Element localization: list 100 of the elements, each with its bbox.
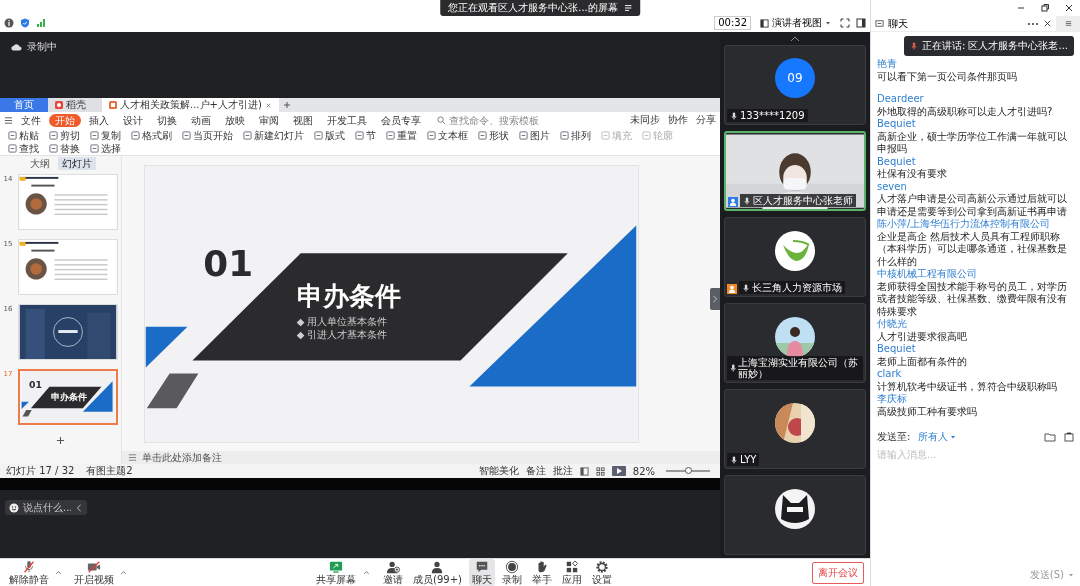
participant-name: 长三角人力资源市场 <box>752 282 842 293</box>
participant-tile[interactable]: 上海宝湖实业有限公司（苏丽妙） <box>724 303 866 383</box>
shield-icon[interactable] <box>20 18 30 28</box>
ribbon-button[interactable]: 排列 <box>560 128 591 142</box>
sidebar-icon[interactable] <box>856 18 866 28</box>
slide-thumbnail[interactable] <box>17 239 118 295</box>
ribbon-button[interactable]: 重置 <box>386 128 417 142</box>
notes-field[interactable]: 单击此处添加备注 <box>122 451 720 464</box>
sender-name: Bequiet <box>877 155 917 168</box>
ribbon-tab[interactable]: 审阅 <box>253 113 285 127</box>
toolbar-button[interactable]: 共享屏幕 <box>313 559 359 586</box>
chevron-up-icon[interactable] <box>790 36 800 42</box>
caret-icon[interactable] <box>363 569 370 576</box>
caret-icon[interactable] <box>120 569 127 576</box>
menu-icon[interactable] <box>4 115 13 125</box>
ribbon-button[interactable]: 复制 <box>90 128 121 142</box>
ribbon-tab[interactable]: 开发工具 <box>321 113 373 127</box>
ribbon-tab[interactable]: 切换 <box>151 113 183 127</box>
sender-name: Deardeer <box>877 93 925 106</box>
notes-icon <box>128 453 137 462</box>
toolbar-button[interactable]: 解除静音 <box>6 559 52 586</box>
command-search[interactable]: 查找命令、搜索模板 <box>437 114 549 126</box>
chevron-left-icon[interactable] <box>75 503 83 512</box>
slide-thumbnail[interactable] <box>17 304 118 360</box>
document-tab[interactable]: 首页 <box>0 98 48 112</box>
caret-icon[interactable] <box>1068 572 1074 578</box>
message-input[interactable]: 请输入消息... <box>871 446 1080 566</box>
toolbar-button[interactable]: 设置 <box>588 559 615 586</box>
collapse-handle[interactable] <box>710 288 720 310</box>
comments-button[interactable]: 批注 <box>552 464 573 478</box>
add-tab-icon[interactable] <box>282 101 291 109</box>
notes-button[interactable]: 备注 <box>525 464 546 478</box>
ribbon-button[interactable]: 文本框 <box>427 128 468 142</box>
play-icon[interactable] <box>611 464 626 478</box>
normal-view-icon[interactable] <box>579 466 589 476</box>
close-icon[interactable] <box>1064 3 1074 13</box>
restore-icon[interactable] <box>1040 3 1050 13</box>
ribbon-button[interactable]: 查找 <box>8 141 39 155</box>
ribbon-tab[interactable]: 会员专享 <box>375 113 427 127</box>
fullscreen-icon[interactable] <box>840 18 850 28</box>
ribbon-button[interactable]: 格式刷 <box>131 128 172 142</box>
ribbon-tab[interactable]: 动画 <box>185 113 217 127</box>
sender-name: 陈小萍/上海华伍行力流体控制有限公司 <box>877 218 1052 231</box>
document-tab[interactable]: 稻壳 <box>48 98 102 112</box>
toolbar-button[interactable]: 聊天 <box>468 559 495 586</box>
toolbar-button[interactable]: 举手 <box>528 559 555 586</box>
caret-icon[interactable] <box>55 569 62 576</box>
tool-icon <box>427 130 436 140</box>
add-slide-button[interactable] <box>56 436 65 445</box>
beautify-button[interactable]: 智能美化 <box>478 464 519 478</box>
participant-tile[interactable] <box>724 475 866 555</box>
ribbon-button[interactable]: 图片 <box>519 128 550 142</box>
toolbar-button[interactable]: 录制 <box>498 559 525 586</box>
apps-icon <box>564 560 579 574</box>
chat-icon <box>875 19 884 28</box>
ribbon-button[interactable]: 当页开始 <box>182 128 233 142</box>
ribbon-button[interactable]: 形状 <box>478 128 509 142</box>
participant-tile[interactable]: 长三角人力资源市场 <box>724 217 866 297</box>
ribbon-button[interactable]: 替换 <box>49 141 80 155</box>
grid-view-icon[interactable] <box>595 466 605 476</box>
info-icon[interactable] <box>4 18 14 28</box>
ribbon-button[interactable]: 版式 <box>314 128 345 142</box>
leave-button[interactable]: 离开会议 <box>812 561 864 584</box>
microphone-icon <box>730 455 738 464</box>
ribbon-tab[interactable]: 插入 <box>83 113 115 127</box>
ribbon-tab[interactable]: 文件 <box>15 113 47 127</box>
ribbon-button[interactable]: 粘贴 <box>8 128 39 142</box>
participant-tile[interactable]: 09 133****1209 <box>724 45 866 125</box>
ribbon-button[interactable]: 新建幻灯片 <box>243 128 304 142</box>
ribbon-action[interactable]: 分享 <box>696 113 716 127</box>
slide-thumbnail[interactable] <box>17 174 118 230</box>
recipient-dropdown[interactable]: 所有人 <box>918 430 957 444</box>
toolbar-button[interactable]: 开启视频 <box>71 559 117 586</box>
tool-icon <box>49 130 58 140</box>
screenshot-icon[interactable] <box>1064 432 1074 442</box>
comment-field[interactable]: 说点什么... <box>5 500 87 515</box>
bullet-text: ◆ 用人单位基本条件 <box>296 315 387 327</box>
ribbon-action[interactable]: 未同步 <box>630 113 660 127</box>
panel-tab[interactable]: 幻灯片 <box>57 157 96 170</box>
search-icon <box>437 115 446 125</box>
slide-thumbnail[interactable]: 01 申办条件 <box>17 369 118 425</box>
ribbon-action[interactable]: 协作 <box>668 113 688 127</box>
folder-icon[interactable] <box>1044 432 1056 442</box>
bullet-text: ◆ 引进人才基本条件 <box>296 328 387 340</box>
ribbon-tab[interactable]: 设计 <box>117 113 149 127</box>
avatar: 09 <box>775 58 815 98</box>
ribbon-button[interactable]: 节 <box>355 128 376 142</box>
toolbar-button[interactable]: 邀请 <box>380 559 406 586</box>
view-button[interactable]: 演讲者视图 <box>757 16 834 30</box>
toolbar-button[interactable]: 成员(99+) <box>410 559 465 586</box>
participant-tile[interactable]: 区人才服务中心张老师 <box>724 131 866 211</box>
ribbon-button[interactable]: 剪切 <box>49 128 80 142</box>
toolbar-button[interactable]: 应用 <box>558 559 585 586</box>
participant-tile[interactable]: LYY <box>724 389 866 469</box>
ribbon-button[interactable]: 选择 <box>90 141 121 155</box>
panel-tab[interactable]: 大纲 <box>25 157 54 170</box>
ribbon-tab[interactable]: 视图 <box>287 113 319 127</box>
ribbon-tab[interactable]: 放映 <box>219 113 251 127</box>
close-icon[interactable] <box>1043 19 1052 28</box>
document-tab[interactable]: 人才相关政策解...户+人才引进) <box>102 98 279 112</box>
